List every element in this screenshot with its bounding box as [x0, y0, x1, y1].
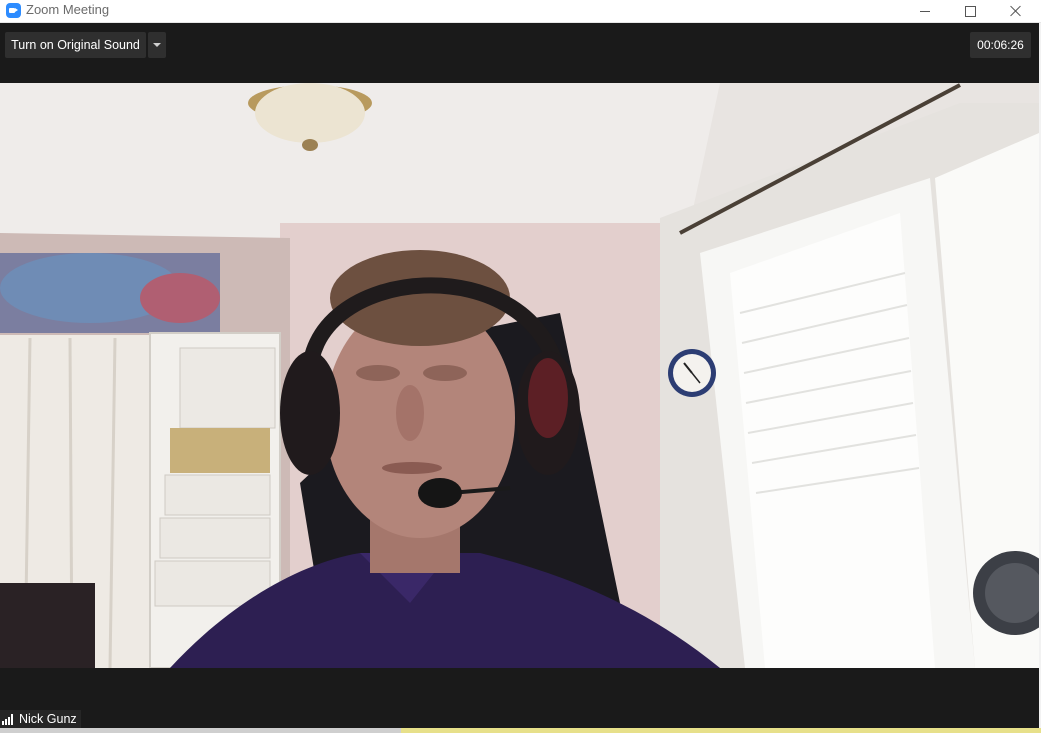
original-sound-dropdown[interactable]	[148, 32, 166, 58]
chevron-down-icon	[153, 43, 161, 47]
close-icon	[1010, 5, 1022, 17]
zoom-camera-icon	[6, 3, 21, 18]
participant-name-tag: Nick Gunz	[0, 710, 81, 728]
video-frame	[0, 83, 1039, 668]
maximize-button[interactable]	[948, 0, 992, 22]
close-button[interactable]	[994, 0, 1038, 22]
meeting-top-bar: Turn on Original Sound 00:06:26	[0, 23, 1039, 83]
meeting-window: Turn on Original Sound 00:06:26 Nick Gun…	[0, 23, 1039, 728]
minimize-button[interactable]	[903, 0, 947, 22]
desktop-taskbar-edge	[0, 728, 1041, 733]
minimize-icon	[920, 10, 930, 12]
window-titlebar: Zoom Meeting	[0, 0, 1041, 23]
signal-strength-icon	[2, 714, 15, 725]
participant-name: Nick Gunz	[19, 712, 77, 726]
original-sound-button[interactable]: Turn on Original Sound	[5, 32, 146, 58]
participant-video[interactable]	[0, 83, 1039, 668]
video-bottom-bar	[0, 668, 1039, 728]
meeting-timer: 00:06:26	[970, 32, 1031, 58]
window-title: Zoom Meeting	[26, 2, 110, 17]
maximize-icon	[964, 5, 976, 17]
